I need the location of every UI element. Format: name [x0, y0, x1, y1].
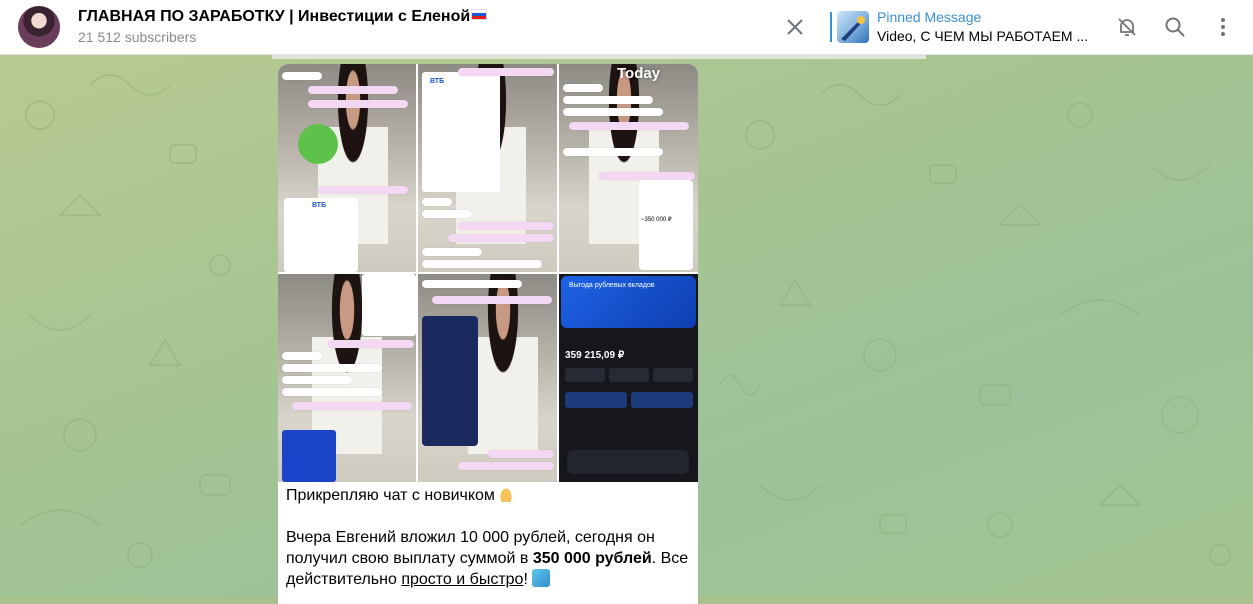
media-album[interactable]: ВТБ ВТБ −350 000 ₽ Выгода рублевых вклад… — [278, 64, 698, 482]
chat-bubble — [422, 198, 452, 206]
pointing-hand-emoji-icon — [499, 486, 514, 502]
chat-bubble — [422, 280, 522, 288]
previous-message-edge — [272, 55, 926, 59]
chat-bubble — [318, 186, 408, 194]
chat-bubble — [599, 172, 695, 180]
underlined-phrase: просто и быстро — [401, 571, 524, 588]
bank-logo: ВТБ — [430, 78, 445, 85]
chat-bubble — [282, 72, 322, 80]
chat-bubble — [308, 100, 408, 108]
chat-bubble — [432, 296, 552, 304]
payment-amount: −350 000 ₽ — [641, 217, 672, 223]
card-chip — [565, 368, 605, 382]
channel-post: ВТБ ВТБ −350 000 ₽ Выгода рублевых вклад… — [278, 64, 698, 604]
chat-bubble — [563, 84, 603, 92]
album-photo-2[interactable]: ВТБ — [418, 64, 557, 272]
account-balance: 359 215,09 ₽ — [565, 350, 625, 361]
close-icon — [787, 19, 803, 35]
subscriber-count: 21 512 subscribers — [78, 29, 197, 45]
album-photo-3[interactable]: −350 000 ₽ — [559, 64, 698, 272]
search-icon — [1165, 17, 1185, 37]
post-line-1: Прикрепляю чат с новичком — [286, 485, 696, 506]
transfer-button — [631, 392, 693, 408]
chat-bubble — [458, 68, 554, 76]
bottom-nav — [567, 450, 689, 474]
frog-sticker — [298, 124, 338, 164]
pinned-thumbnail[interactable] — [837, 11, 869, 43]
chat-bubble — [422, 260, 542, 268]
post-line-2: Вчера Евгений вложил 10 000 рублей, сего… — [286, 527, 696, 590]
pinned-message-label[interactable]: Pinned Message — [877, 9, 981, 25]
chat-bubble — [282, 364, 382, 372]
phone-screenshot — [422, 316, 478, 446]
chat-bubble — [292, 402, 412, 410]
post-line-2-end: ! — [523, 571, 528, 588]
album-photo-5[interactable] — [418, 274, 557, 482]
chat-bubble — [458, 222, 554, 230]
post-text: Прикрепляю чат с новичком Вчера Евгений … — [286, 485, 696, 590]
chat-bubble — [569, 122, 689, 130]
payout-amount: 350 000 рублей — [532, 550, 652, 567]
chat-bubble — [563, 148, 663, 156]
chat-bubble — [282, 376, 352, 384]
receipt-screenshot: ВТБ — [422, 72, 500, 192]
rocket-thumbnail-icon — [841, 16, 865, 41]
chat-bubble — [308, 86, 398, 94]
chat-bubble — [328, 340, 414, 348]
chat-bubble — [422, 210, 472, 218]
receipt-screenshot: ВТБ — [284, 198, 358, 272]
chat-bubble — [458, 462, 554, 470]
top-up-button — [565, 392, 627, 408]
payment-screenshot: −350 000 ₽ — [639, 180, 693, 270]
album-photo-4[interactable] — [278, 274, 416, 482]
russia-flag-icon — [471, 9, 488, 20]
album-photo-1[interactable]: ВТБ — [278, 64, 416, 272]
chat-bubble — [563, 96, 653, 104]
channel-title-text: ГЛАВНАЯ ПО ЗАРАБОТКУ | Инвестиции с Елен… — [78, 8, 471, 25]
more-options-button[interactable] — [1211, 15, 1235, 39]
bank-logo: ВТБ — [312, 202, 327, 209]
chat-bubble — [448, 234, 554, 242]
chat-bubble — [563, 108, 663, 116]
chat-header: ГЛАВНАЯ ПО ЗАРАБОТКУ | Инвестиции с Елен… — [0, 0, 1253, 55]
percent-emoji-icon — [532, 569, 551, 587]
date-badge: Today — [617, 65, 661, 82]
app-screenshot — [282, 430, 336, 482]
post-line-1-text: Прикрепляю чат с новичком — [286, 487, 495, 504]
card-chip — [609, 368, 649, 382]
app-screenshot — [362, 274, 416, 336]
chat-bubble — [282, 352, 322, 360]
close-pinned-button[interactable] — [783, 15, 807, 39]
promo-banner: Выгода рублевых вкладов — [561, 276, 696, 328]
mute-bell-icon — [1118, 18, 1136, 36]
more-vertical-icon — [1221, 18, 1225, 36]
chat-bubble — [422, 248, 482, 256]
channel-title[interactable]: ГЛАВНАЯ ПО ЗАРАБОТКУ | Инвестиции с Елен… — [78, 8, 488, 26]
pinned-message-text[interactable]: Video, С ЧЕМ МЫ РАБОТАЕМ ... — [877, 28, 1087, 44]
promo-banner-title: Выгода рублевых вкладов — [569, 282, 655, 289]
channel-avatar[interactable] — [18, 6, 60, 48]
album-photo-6[interactable]: Выгода рублевых вкладов 359 215,09 ₽ — [559, 274, 698, 482]
chat-bubble — [282, 388, 382, 396]
card-chip — [653, 368, 693, 382]
chat-bubble — [488, 450, 554, 458]
search-button[interactable] — [1163, 15, 1187, 39]
pinned-indicator-bar — [830, 12, 832, 42]
mute-button[interactable] — [1115, 15, 1139, 39]
